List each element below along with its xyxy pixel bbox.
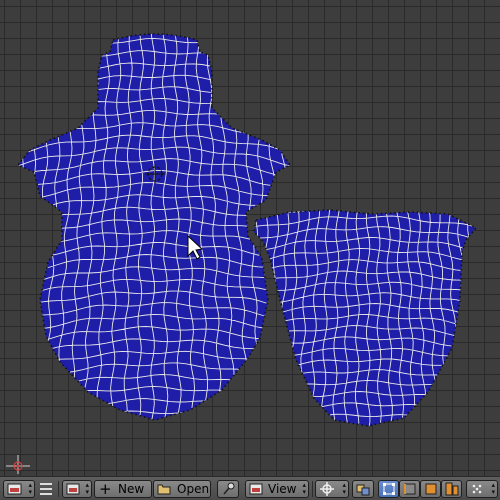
editor-type-selector[interactable]: ▴ ▾: [3, 480, 35, 498]
island-select-mode-button[interactable]: [441, 480, 462, 498]
edge-select-mode-button[interactable]: [399, 480, 420, 498]
image-editor-icon: [7, 483, 22, 495]
view-menu-button[interactable]: View ▴ ▾: [245, 480, 309, 498]
pin-icon: [223, 482, 235, 495]
uv-editor-viewport[interactable]: [0, 0, 500, 476]
new-button-label: New: [118, 482, 145, 496]
vertex-select-mode-button[interactable]: [378, 480, 399, 498]
image-browse-button[interactable]: ▴ ▾: [62, 480, 92, 498]
face-select-icon: [425, 483, 437, 495]
open-image-button[interactable]: Open: [153, 480, 211, 498]
image-browse-icon: [66, 483, 80, 495]
uv-sync-icon: [356, 484, 370, 496]
vertex-select-icon: [383, 483, 395, 495]
island-select-icon: [445, 482, 459, 496]
hamburger-menu-icon[interactable]: [40, 483, 52, 495]
edge-select-icon: [404, 483, 416, 495]
uv-mesh-canvas[interactable]: [0, 0, 500, 476]
dropdown-arrows-icon: ▴ ▾: [342, 481, 346, 496]
face-select-mode-button[interactable]: [420, 480, 441, 498]
view-navigation-gizmo-icon[interactable]: [6, 455, 30, 474]
dropdown-arrows-icon: ▴ ▾: [85, 481, 89, 496]
image-display-icon: [249, 483, 263, 495]
uv-sync-selection-toggle[interactable]: [352, 480, 374, 498]
dropdown-arrows-icon: ▴ ▾: [491, 481, 495, 496]
dropdown-arrows-icon: ▴ ▾: [28, 481, 32, 496]
pin-image-button[interactable]: [217, 480, 239, 498]
editor-header: ▴ ▾ ▴ ▾ + New Open View ▴ ▾ ▴ ▾ ▴ ▾: [0, 476, 500, 500]
pivot-point-selector[interactable]: ▴ ▾: [315, 480, 349, 498]
view-menu-label: View: [268, 482, 297, 496]
plus-icon: +: [99, 480, 112, 498]
sticky-select-icon: [472, 484, 482, 494]
dropdown-arrows-icon: ▴ ▾: [302, 481, 306, 496]
folder-icon: [157, 484, 171, 495]
open-button-label: Open: [177, 482, 210, 496]
pivot-center-icon: [320, 482, 334, 496]
new-image-button[interactable]: + New: [94, 480, 152, 498]
sticky-selection-mode-selector[interactable]: ▴ ▾: [466, 480, 498, 498]
uv-island-shirt-back[interactable]: [232, 205, 495, 437]
